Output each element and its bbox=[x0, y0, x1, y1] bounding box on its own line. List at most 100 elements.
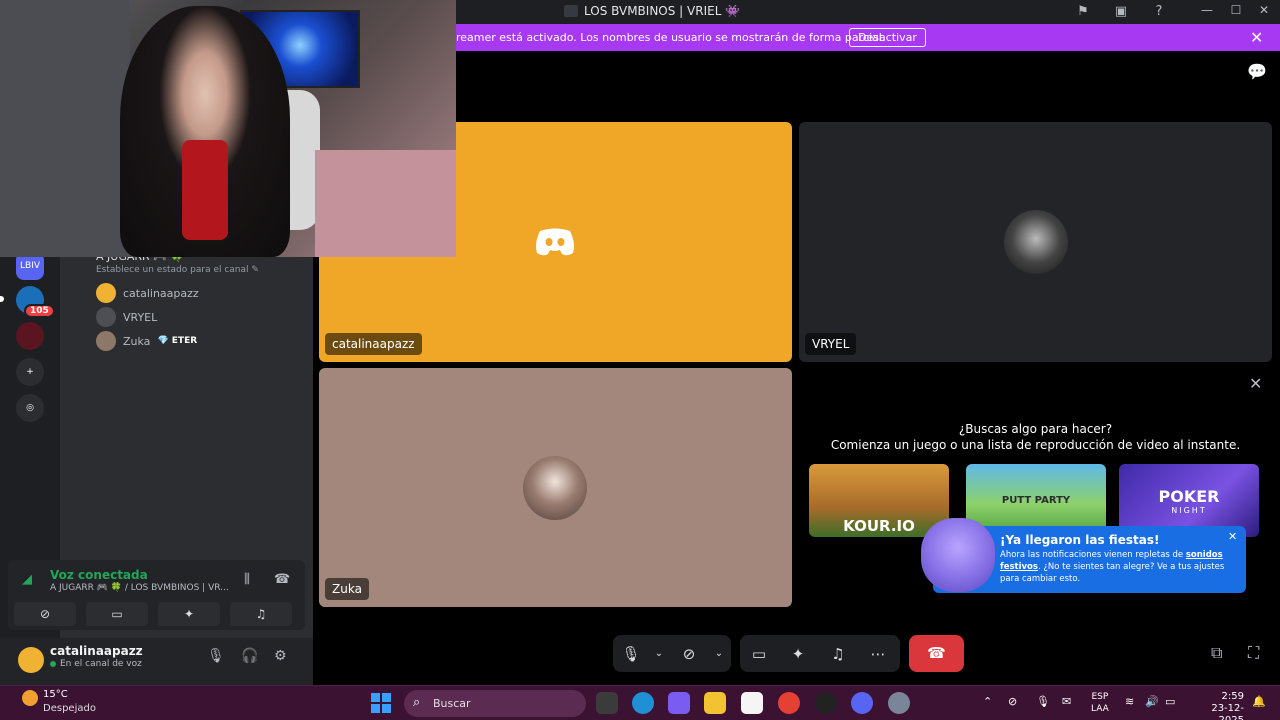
channel-status-setter[interactable]: Establece un estado para el canal ✎ bbox=[96, 265, 259, 275]
microphone-icon[interactable]: 🎙 bbox=[613, 645, 649, 663]
server-courage-icon[interactable] bbox=[16, 322, 44, 350]
weather-temperature[interactable]: 15°C bbox=[43, 689, 68, 700]
participant-name: VRYEL bbox=[805, 333, 857, 355]
user-panel: catalinaapazz En el canal de voz 🎙 🎧 ⚙ bbox=[0, 638, 313, 685]
edge-browser-icon[interactable] bbox=[632, 692, 654, 714]
tray-mic-icon[interactable]: 🎙 bbox=[1036, 695, 1050, 708]
game-title: POKER bbox=[1158, 486, 1220, 506]
user-avatar[interactable] bbox=[18, 647, 44, 673]
screen-share-icon[interactable]: ▭ bbox=[740, 645, 778, 663]
promo-subheading: Comienza un juego o una lista de reprodu… bbox=[830, 438, 1241, 452]
avatar bbox=[523, 456, 587, 520]
discord-taskbar-icon[interactable] bbox=[851, 692, 873, 714]
webcam-background bbox=[0, 0, 130, 257]
battery-icon[interactable]: ▭ bbox=[1165, 695, 1175, 708]
streamer-webcam-overlay bbox=[0, 0, 456, 257]
settings-taskbar-icon[interactable] bbox=[888, 692, 910, 714]
deactivate-button[interactable]: Desactivar bbox=[849, 28, 926, 47]
member-tag: 💎 ETER bbox=[157, 336, 198, 346]
close-promo-icon[interactable]: ✕ bbox=[1249, 374, 1262, 393]
start-button[interactable] bbox=[371, 693, 391, 713]
app-icon[interactable] bbox=[815, 692, 837, 714]
chevron-down-icon[interactable]: ⌄ bbox=[709, 648, 729, 659]
maximize-button[interactable]: ☐ bbox=[1229, 3, 1243, 19]
wifi-icon[interactable]: ≋ bbox=[1125, 695, 1134, 708]
tray-overflow-icon[interactable]: ⌃ bbox=[983, 695, 992, 708]
chat-bubble-icon[interactable]: 💬 bbox=[1247, 62, 1267, 81]
signal-icon[interactable]: ◢ bbox=[22, 572, 32, 587]
copilot-icon[interactable] bbox=[668, 692, 690, 714]
avatar bbox=[96, 331, 116, 351]
tray-mail-icon[interactable]: ✉ bbox=[1062, 695, 1071, 708]
camera-off-icon[interactable]: ⊘ bbox=[669, 645, 709, 663]
lang-code: ESP bbox=[1091, 692, 1109, 702]
weather-description[interactable]: Despejado bbox=[43, 703, 96, 714]
taskbar-search[interactable]: ⌕ Buscar bbox=[404, 690, 586, 717]
game-subtitle: NIGHT bbox=[1171, 505, 1207, 515]
close-banner-icon[interactable]: ✕ bbox=[1250, 28, 1263, 47]
help-icon[interactable]: ? bbox=[1151, 4, 1167, 20]
store-icon[interactable] bbox=[741, 692, 763, 714]
discord-logo-icon bbox=[536, 228, 574, 256]
add-server-icon[interactable]: + bbox=[16, 358, 44, 386]
disconnect-icon[interactable]: ☎ bbox=[274, 572, 290, 587]
promo-heading: ¿Buscas algo para hacer? bbox=[958, 422, 1113, 436]
activities-button[interactable]: ✦ bbox=[158, 602, 220, 626]
inbox-flag-icon[interactable]: ⚑ bbox=[1075, 4, 1091, 20]
language-indicator[interactable]: ESP LAA bbox=[1091, 691, 1109, 715]
close-window-button[interactable]: ✕ bbox=[1257, 3, 1271, 19]
file-explorer-icon[interactable] bbox=[704, 692, 726, 714]
minimize-button[interactable]: — bbox=[1200, 3, 1214, 19]
participant-tile-zuka[interactable]: Zuka bbox=[319, 368, 792, 607]
more-options-icon[interactable]: ⋯ bbox=[858, 645, 898, 663]
microphone-icon[interactable]: 🎙 bbox=[207, 648, 225, 664]
voice-member[interactable]: catalinaapazz bbox=[96, 283, 199, 303]
screen-share-button[interactable]: ▭ bbox=[86, 602, 148, 626]
tray-app-icon[interactable]: ⊘ bbox=[1008, 695, 1017, 708]
chrome-icon[interactable] bbox=[778, 692, 800, 714]
avatar bbox=[96, 307, 116, 327]
notifications-icon[interactable]: 🔔 bbox=[1252, 695, 1266, 708]
headphones-icon[interactable]: 🎧 bbox=[241, 648, 258, 664]
member-name: VRYEL bbox=[123, 310, 158, 324]
pop-out-icon[interactable]: ⧉ bbox=[1211, 643, 1222, 663]
close-tooltip-icon[interactable]: ✕ bbox=[1228, 530, 1237, 543]
window-title-text: LOS BVMBINOS | VRIEL 👾 bbox=[584, 4, 741, 18]
search-icon: ⌕ bbox=[413, 695, 421, 710]
voice-channel-path[interactable]: A JUGARR 🎮 🍀 / LOS BVMBINOS | VR... bbox=[50, 583, 229, 593]
clock-time: 2:59 bbox=[1221, 691, 1244, 702]
game-title: KOUR.IO bbox=[843, 517, 915, 535]
tooltip-title: ¡Ya llegaron las fiestas! bbox=[1000, 533, 1160, 547]
activities-icon[interactable]: ✦ bbox=[778, 645, 818, 663]
holiday-mascot-icon bbox=[921, 518, 995, 592]
activity-controls: ▭ ✦ ♫ ⋯ bbox=[740, 635, 900, 672]
system-clock[interactable]: 2:59 23-12-2025 bbox=[1188, 691, 1244, 720]
member-name: Zuka bbox=[123, 334, 151, 348]
game-title: PUTT PARTY bbox=[1001, 495, 1071, 506]
voice-member[interactable]: VRYEL bbox=[96, 307, 157, 327]
screen-record-icon[interactable]: ▣ bbox=[1113, 4, 1129, 20]
voice-member[interactable]: Zuka 💎 ETER bbox=[96, 331, 197, 351]
participant-tile-vryel[interactable]: VRYEL bbox=[799, 122, 1272, 362]
game-card-kour[interactable]: KOUR.IO bbox=[809, 464, 949, 537]
add-server-label: + bbox=[26, 367, 34, 377]
discover-icon[interactable]: ◎ bbox=[16, 394, 44, 422]
voice-connected-label[interactable]: Voz conectada bbox=[50, 568, 148, 582]
settings-gear-icon[interactable]: ⚙ bbox=[274, 648, 287, 664]
chevron-down-icon[interactable]: ⌄ bbox=[649, 648, 669, 659]
voice-status-panel: ◢ Voz conectada A JUGARR 🎮 🍀 / LOS BVMBI… bbox=[8, 560, 305, 630]
disconnect-call-button[interactable]: ☎ bbox=[909, 635, 964, 672]
user-name[interactable]: catalinaapazz bbox=[50, 644, 143, 658]
camera-toggle-button[interactable]: ⊘ bbox=[14, 602, 76, 626]
noise-suppression-icon[interactable]: ⫼ bbox=[244, 572, 250, 587]
soundboard-icon[interactable]: ♫ bbox=[818, 645, 858, 663]
volume-icon[interactable]: 🔊 bbox=[1145, 695, 1159, 708]
weather-sun-icon[interactable] bbox=[22, 690, 38, 706]
avatar bbox=[1004, 210, 1068, 274]
soundboard-button[interactable]: ♫ bbox=[230, 602, 292, 626]
fullscreen-icon[interactable]: ⛶ bbox=[1248, 643, 1259, 663]
avatar bbox=[96, 283, 116, 303]
task-view-icon[interactable] bbox=[596, 692, 618, 714]
user-status: En el canal de voz bbox=[50, 659, 142, 669]
tooltip-body: Ahora las notificaciones vienen repletas… bbox=[1000, 549, 1242, 585]
